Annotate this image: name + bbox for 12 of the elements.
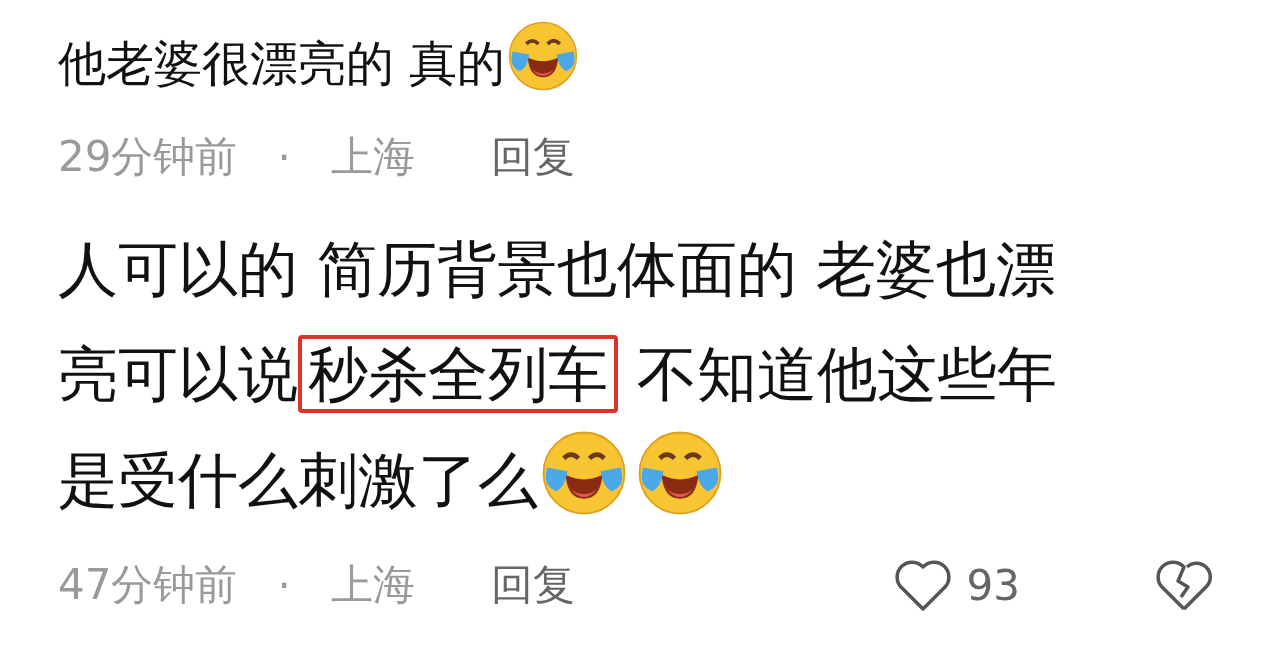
separator-dot: · — [277, 132, 291, 182]
reply-link[interactable]: 回复 — [490, 129, 575, 185]
like-count: 93 — [966, 560, 1020, 610]
comment-location: 上海 — [330, 131, 415, 183]
heart-icon[interactable] — [892, 557, 953, 613]
separator-dot: · — [277, 560, 291, 610]
reply-link[interactable]: 回复 — [490, 557, 575, 613]
comment-time: 47分钟前 — [58, 559, 238, 611]
broken-heart-icon[interactable] — [1154, 557, 1214, 613]
comment-location: 上海 — [330, 559, 415, 611]
comment-text: 他老婆很漂亮的 真的 — [58, 35, 506, 91]
comment-time: 29分钟前 — [58, 131, 238, 183]
